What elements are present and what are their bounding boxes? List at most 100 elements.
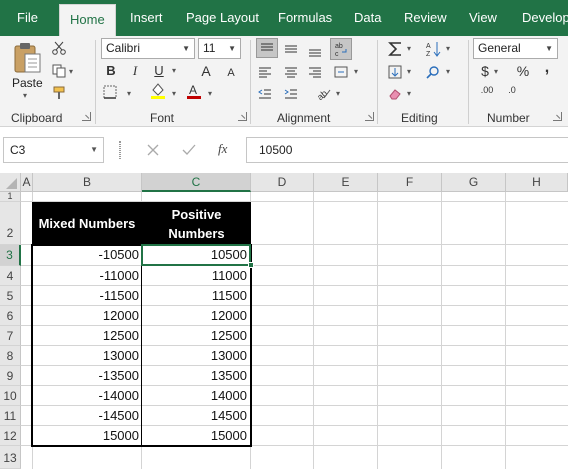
bold-button[interactable]: B <box>102 61 120 81</box>
align-bottom-icon[interactable] <box>306 42 324 60</box>
font-color-dropdown-icon[interactable]: ▾ <box>208 89 212 98</box>
autosum-dropdown-icon[interactable]: ▾ <box>407 44 411 53</box>
borders-dropdown-icon[interactable]: ▾ <box>127 89 131 98</box>
cell-c10[interactable]: 14000 <box>142 386 249 406</box>
column-header-c[interactable]: C <box>142 173 251 192</box>
merge-dropdown-icon[interactable]: ▾ <box>354 67 358 76</box>
cell-b9[interactable]: -13500 <box>33 366 141 386</box>
column-header-b[interactable]: B <box>33 173 142 192</box>
fill-dropdown-icon[interactable]: ▾ <box>407 67 411 76</box>
alignment-launcher-icon[interactable] <box>365 112 374 121</box>
orientation-icon[interactable]: ab <box>314 84 332 102</box>
cell-b5[interactable]: -11500 <box>33 286 141 306</box>
cut-icon[interactable] <box>51 40 67 56</box>
tab-data[interactable]: Data <box>354 0 381 36</box>
column-header-d[interactable]: D <box>251 173 314 192</box>
find-select-dropdown-icon[interactable]: ▾ <box>446 67 450 76</box>
column-header-a[interactable]: A <box>21 173 33 192</box>
cell-b7[interactable]: 12500 <box>33 326 141 346</box>
row-header-8[interactable]: 8 <box>0 346 21 366</box>
align-top-icon[interactable] <box>256 38 278 58</box>
clear-dropdown-icon[interactable]: ▾ <box>407 89 411 98</box>
paste-dropdown-icon[interactable]: ▾ <box>23 91 27 100</box>
cell-b3[interactable]: -10500 <box>33 245 141 265</box>
clipboard-launcher-icon[interactable] <box>82 112 91 121</box>
align-left-icon[interactable] <box>256 63 274 81</box>
fill-color-icon[interactable] <box>150 82 166 100</box>
column-header-h[interactable]: H <box>506 173 568 192</box>
underline-dropdown-icon[interactable]: ▾ <box>172 66 176 75</box>
tab-formulas[interactable]: Formulas <box>278 0 332 36</box>
row-header-2[interactable]: 2 <box>0 202 21 245</box>
insert-function-button[interactable]: fx <box>218 141 227 157</box>
autosum-icon[interactable] <box>386 39 404 59</box>
increase-decimal-button[interactable]: .00 <box>476 86 498 106</box>
cell-c4[interactable]: 11000 <box>142 266 249 286</box>
column-header-g[interactable]: G <box>442 173 506 192</box>
cancel-icon[interactable] <box>144 141 162 159</box>
borders-icon[interactable] <box>102 84 118 100</box>
find-select-icon[interactable] <box>424 63 442 81</box>
tab-view[interactable]: View <box>469 0 497 36</box>
copy-icon[interactable] <box>51 63 67 79</box>
underline-button[interactable]: U <box>150 61 168 81</box>
cell-c7[interactable]: 12500 <box>142 326 249 346</box>
align-center-icon[interactable] <box>282 63 300 81</box>
tab-developer[interactable]: Develope <box>522 0 568 36</box>
cell-c3[interactable]: 10500 <box>142 245 249 265</box>
font-name-dropdown[interactable]: Calibri ▼ <box>101 38 195 59</box>
select-all-corner[interactable] <box>0 173 21 192</box>
decrease-indent-icon[interactable] <box>256 85 274 103</box>
number-format-dropdown[interactable]: General ▼ <box>473 38 558 59</box>
enter-icon[interactable] <box>180 141 198 159</box>
currency-button[interactable]: $ <box>476 61 494 81</box>
header-cell-c2[interactable]: Positive Numbers <box>142 202 251 245</box>
cell-b12[interactable]: 15000 <box>33 426 141 446</box>
cell-c11[interactable]: 14500 <box>142 406 249 426</box>
tab-file[interactable]: File <box>17 0 38 36</box>
cell-b8[interactable]: 13000 <box>33 346 141 366</box>
cell-b10[interactable]: -14000 <box>33 386 141 406</box>
tab-page-layout[interactable]: Page Layout <box>186 0 259 36</box>
wrap-text-icon[interactable]: ab c <box>330 38 352 60</box>
comma-style-button[interactable]: , <box>538 58 556 78</box>
number-launcher-icon[interactable] <box>553 112 562 121</box>
cell-c9[interactable]: 13500 <box>142 366 249 386</box>
fill-icon[interactable] <box>386 63 404 81</box>
formula-bar-grip[interactable] <box>119 141 121 159</box>
cell-c12[interactable]: 15000 <box>142 426 249 446</box>
row-header-11[interactable]: 11 <box>0 406 21 426</box>
row-header-4[interactable]: 4 <box>0 266 21 286</box>
paste-icon[interactable] <box>10 42 44 74</box>
cell-b6[interactable]: 12000 <box>33 306 141 326</box>
row-header-13[interactable]: 13 <box>0 446 21 469</box>
cell-c6[interactable]: 12000 <box>142 306 249 326</box>
row-header-5[interactable]: 5 <box>0 286 21 306</box>
currency-dropdown-icon[interactable]: ▾ <box>494 67 498 76</box>
row-header-7[interactable]: 7 <box>0 326 21 346</box>
font-size-dropdown[interactable]: 11 ▼ <box>198 38 241 59</box>
sort-filter-dropdown-icon[interactable]: ▾ <box>446 44 450 53</box>
tab-insert[interactable]: Insert <box>130 0 163 36</box>
row-header-9[interactable]: 9 <box>0 366 21 386</box>
row-header-12[interactable]: 12 <box>0 426 21 446</box>
header-cell-b2[interactable]: Mixed Numbers <box>32 202 142 245</box>
copy-dropdown-icon[interactable]: ▾ <box>69 67 73 76</box>
decrease-decimal-button[interactable]: .0 <box>501 86 523 106</box>
orientation-dropdown-icon[interactable]: ▾ <box>336 89 340 98</box>
tab-review[interactable]: Review <box>404 0 447 36</box>
paste-label[interactable]: Paste <box>12 76 43 90</box>
merge-center-icon[interactable] <box>332 63 350 81</box>
cell-b4[interactable]: -11000 <box>33 266 141 286</box>
percent-button[interactable]: % <box>514 61 532 81</box>
row-header-3[interactable]: 3 <box>0 245 21 266</box>
cell-b11[interactable]: -14500 <box>33 406 141 426</box>
formula-input[interactable]: 10500 <box>246 137 568 163</box>
sort-filter-icon[interactable]: AZ <box>424 39 444 59</box>
font-launcher-icon[interactable] <box>238 112 247 121</box>
cell-c5[interactable]: 11500 <box>142 286 249 306</box>
column-header-f[interactable]: F <box>378 173 442 192</box>
italic-button[interactable]: I <box>126 61 144 81</box>
format-painter-icon[interactable] <box>51 85 67 101</box>
tab-home[interactable]: Home <box>59 4 116 36</box>
